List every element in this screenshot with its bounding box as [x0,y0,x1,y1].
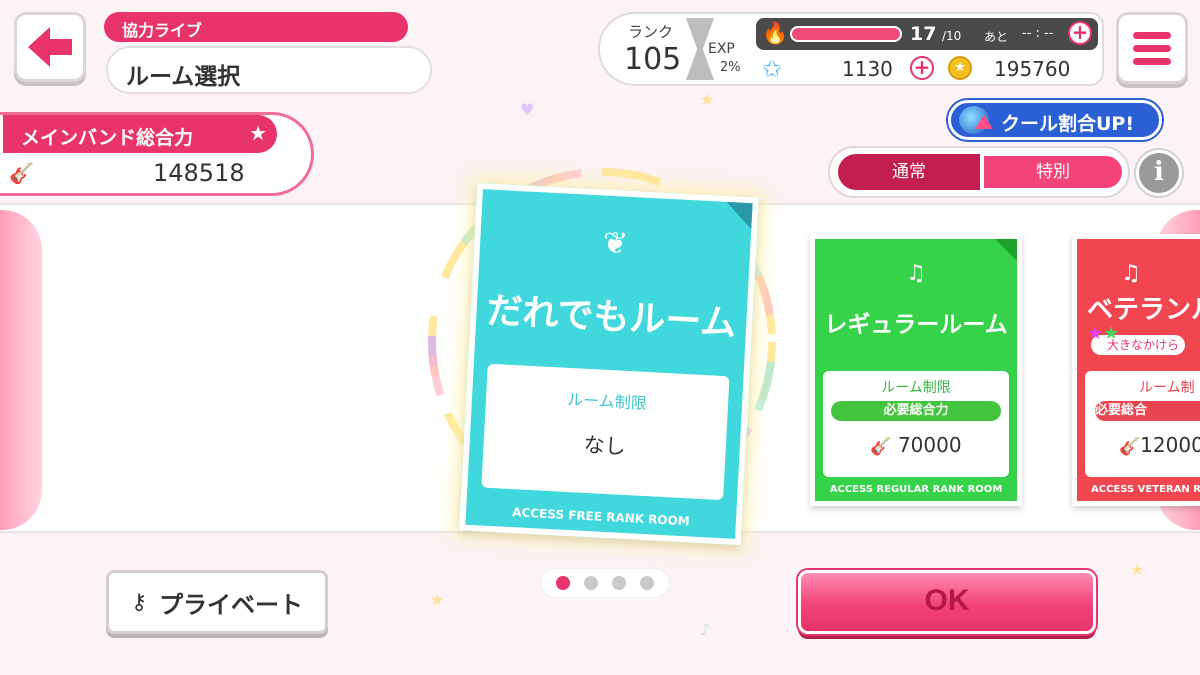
sparkle-decoration: ★ [430,590,445,609]
rank-value: 105 [624,42,682,77]
sprout-icon: ❦ [601,225,629,262]
room-restriction-value: なし [583,432,627,459]
cool-rate-up-text: クール割合UP! [1001,113,1135,135]
required-power-row: 🎸12000 [1119,433,1200,457]
private-room-button[interactable]: ⚷ プライベート [106,570,328,634]
pagination-dots [540,568,670,598]
required-power-label: 必要総合 [1095,401,1200,421]
stamina-timer: -- : -- [1022,26,1054,41]
stamina-box: 🔥 17 /10 あと -- : -- + [756,18,1098,50]
coin-icon: ★ [948,56,972,80]
band-power-label-text: メインバンド総合力 [21,127,193,149]
menu-button[interactable] [1116,12,1188,84]
guitar-icon: 🎸 [1119,437,1141,457]
sparkle-decoration: ♪ [700,620,711,639]
tab-normal[interactable]: 通常 [838,154,980,190]
room-restriction-box: ルーム制限 なし [481,363,730,501]
star-gem-icon: ✩ [762,55,783,83]
back-arrow-icon [28,27,72,67]
rank-label: ランク [628,23,674,41]
room-card-veteran[interactable]: ♫ ベテランル 大きなかけら ★★ ルーム制 必要総合 🎸12000 ACCES… [1072,234,1200,506]
page-dot-2[interactable] [584,576,598,590]
screen-title-panel: 協力ライブ ルーム選択 [104,12,432,94]
info-button[interactable]: i [1136,150,1182,196]
stamina-remaining-label: あと [984,30,1009,44]
key-icon: ⚷ [130,589,148,615]
page-dot-3[interactable] [612,576,626,590]
coin-count: 195760 [994,57,1071,81]
room-footer: ACCESS FREE RANK ROOM [511,505,691,529]
band-power-label: メインバンド総合力 ★ [3,115,277,153]
music-note-icon: ♫ [906,261,926,286]
gem-count: 1130 [842,57,893,81]
hamburger-icon [1133,31,1171,39]
band-power-value: 148518 [153,159,245,187]
exp-label: EXP [708,41,735,57]
stamina-max: /10 [942,29,962,43]
music-note-icon: ♫ [1121,261,1141,286]
sparkle-decoration: ★ [1130,560,1145,579]
band-power-panel: メインバンド総合力 ★ 🎸 148518 [0,112,314,196]
tab-special[interactable]: 特別 [982,154,1124,190]
room-restriction-box: ルーム制限 必要総合力 🎸 70000 [823,371,1009,477]
stage-left-edge [0,210,42,530]
screen-category: 協力ライブ [104,12,408,42]
exp-value: 2% [720,60,741,75]
cool-rate-up-badge: クール割合UP! [948,100,1162,140]
room-title: レギュラールーム [824,312,1008,338]
stamina-bar [790,26,902,42]
ok-button[interactable]: OK [798,570,1096,634]
guitar-icon: 🎸 [870,437,892,457]
sparkle-decoration: ♥ [520,100,535,119]
room-restriction-box: ルーム制 必要総合 🎸12000 [1085,371,1200,477]
room-restriction-label: ルーム制 [1139,380,1195,396]
required-power-value: 70000 [897,433,962,457]
star-icon: ★ [249,121,267,145]
room-restriction-label: ルーム制限 [566,389,648,414]
required-power-row: 🎸 70000 [823,433,1009,457]
room-restriction-label: ルーム制限 [881,380,951,396]
add-gems-button[interactable]: + [910,56,934,80]
room-title: ベテランル [1087,295,1200,325]
room-footer: ACCESS VETERAN R [1091,484,1200,495]
player-status-panel: ランク 105 EXP 2% 🔥 17 /10 あと -- : -- + ✩ 1… [598,12,1104,86]
fire-icon: 🔥 [762,21,789,45]
page-title: ルーム選択 [106,46,432,94]
guitar-icon: 🎸 [9,161,34,185]
private-room-label: プライベート [159,590,304,619]
required-power-value: 12000 [1140,433,1200,457]
back-button[interactable] [14,12,86,82]
stamina-current: 17 [910,23,937,45]
room-title: だれでもルーム [485,290,738,345]
room-footer: ACCESS REGULAR RANK ROOM [829,484,1003,495]
star-burst-icon: ★★ [1087,323,1120,344]
room-card-regular[interactable]: ♫ レギュラールーム ルーム制限 必要総合力 🎸 70000 ACCESS RE… [810,234,1022,506]
room-type-toggle: 通常 特別 [828,146,1130,198]
page-dot-4[interactable] [640,576,654,590]
required-power-label: 必要総合力 [831,401,1001,421]
add-stamina-button[interactable]: + [1068,21,1092,45]
up-arrow-icon [975,115,993,129]
sparkle-decoration: ★ [700,90,715,109]
page-dot-1[interactable] [556,576,570,590]
room-card-free[interactable]: ❦ だれでもルーム ルーム制限 なし ACCESS FREE RANK ROOM [459,182,759,546]
